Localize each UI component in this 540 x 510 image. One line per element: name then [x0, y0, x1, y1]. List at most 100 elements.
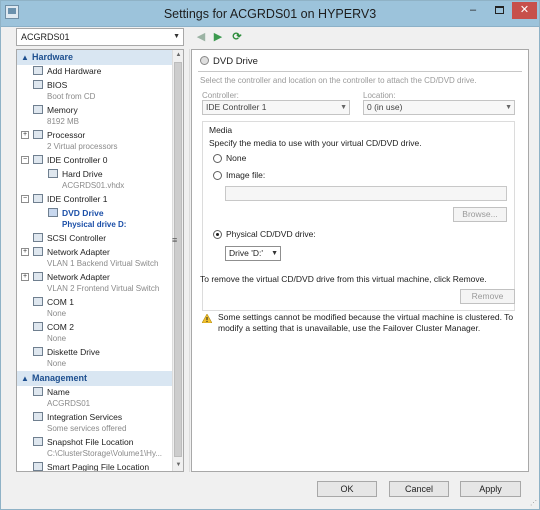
sidebar-item[interactable]: COM 2 None	[17, 321, 172, 344]
name-icon	[33, 387, 43, 396]
sidebar-item[interactable]: Snapshot File Location C:\ClusterStorage\…	[17, 436, 172, 459]
sidebar-item[interactable]: SCSI Controller	[17, 232, 172, 244]
media-description: Specify the media to use with your virtu…	[209, 138, 422, 148]
forward-arrow-icon[interactable]: ▶	[211, 30, 225, 44]
image-file-radio[interactable]	[213, 171, 222, 180]
sidebar-item-detail: 8192 MB	[47, 117, 80, 126]
cancel-button[interactable]: Cancel	[389, 481, 449, 497]
sidebar-item-label: Smart Paging File Location	[47, 462, 150, 471]
sidebar-item-detail: C:\ClusterStorage\Volume1\Hy...	[47, 449, 163, 458]
hard-drive-icon	[48, 169, 58, 178]
sidebar-item[interactable]: + Network Adapter VLAN 2 Frontend Virtual …	[17, 271, 172, 294]
physical-drive-radio[interactable]	[213, 230, 222, 239]
collapse-icon[interactable]: −	[21, 195, 29, 203]
sidebar-item[interactable]: COM 1 None	[17, 296, 172, 319]
sidebar-item-detail: 2 Virtual processors	[47, 142, 118, 151]
maximize-button[interactable]	[487, 2, 511, 19]
warning-icon	[202, 314, 212, 323]
chevron-down-icon: ▼	[173, 33, 180, 40]
splitter-grip-icon[interactable]: ≡	[172, 235, 177, 245]
sidebar-item[interactable]: Smart Paging File LocationC:\ClusterStor…	[17, 461, 172, 471]
sidebar-item-label: Diskette Drive	[47, 347, 100, 357]
remove-button[interactable]: Remove	[460, 289, 515, 304]
none-radio[interactable]	[213, 154, 222, 163]
remove-description: To remove the virtual CD/DVD drive from …	[200, 274, 487, 284]
panel-title: DVD Drive	[213, 56, 258, 67]
refresh-icon[interactable]: ⟳	[230, 30, 244, 44]
hardware-section-header[interactable]: ▲ Hardware	[17, 50, 172, 65]
sidebar-item-detail: VLAN 1 Backend Virtual Switch	[47, 259, 159, 268]
location-select-value: 0 (in use)	[367, 102, 403, 112]
collapse-icon[interactable]: −	[21, 156, 29, 164]
sidebar-item-detail: None	[47, 359, 67, 368]
sidebar-item-detail: Boot from CD	[47, 92, 96, 101]
sidebar-item[interactable]: BIOS Boot from CD	[17, 79, 172, 102]
collapse-arrow-icon[interactable]: ▲	[21, 50, 29, 65]
sidebar-item[interactable]: + Processor 2 Virtual processors	[17, 129, 172, 152]
sidebar-item[interactable]: DVD Drive Physical drive D:	[17, 207, 172, 230]
sidebar-item-detail: None	[47, 309, 67, 318]
controller-description: Select the controller and location on th…	[200, 76, 477, 85]
sidebar-item-label: COM 1	[47, 297, 74, 307]
chevron-down-icon: ▼	[505, 104, 512, 111]
sidebar-item-label: COM 2	[47, 322, 74, 332]
sidebar-item-detail: Physical drive D:	[62, 220, 127, 229]
sidebar-item[interactable]: Add Hardware	[17, 65, 172, 77]
bios-icon	[33, 80, 43, 89]
clustered-warning-text: Some settings cannot be modified because…	[218, 312, 514, 333]
minimize-button[interactable]: –	[461, 2, 485, 19]
physical-drive-select[interactable]: Drive 'D:' ▼	[225, 246, 281, 261]
none-radio-label[interactable]: None	[226, 153, 246, 163]
ok-button[interactable]: OK	[317, 481, 377, 497]
physical-drive-value: Drive 'D:'	[229, 248, 263, 258]
sidebar-item-label: SCSI Controller	[47, 233, 107, 243]
expand-icon[interactable]: +	[21, 273, 29, 281]
management-header-label: Management	[32, 373, 88, 383]
sidebar-item[interactable]: Integration Services Some services offere…	[17, 411, 172, 434]
settings-navigation: ▲ Hardware Add Hardware BIOS Boot from CD M…	[16, 49, 184, 472]
sidebar-item-label: Network Adapter	[47, 272, 110, 282]
back-arrow-icon[interactable]: ◀	[194, 30, 208, 44]
apply-button[interactable]: Apply	[460, 481, 521, 497]
sidebar-item[interactable]: Hard Drive ACGRDS01.vhdx	[17, 168, 172, 191]
image-file-radio-label[interactable]: Image file:	[226, 170, 265, 180]
sidebar-item-label: Memory	[47, 105, 78, 115]
image-file-path-input[interactable]	[225, 186, 507, 201]
ide-controller-icon	[33, 155, 43, 164]
browse-button[interactable]: Browse...	[453, 207, 507, 222]
resize-grip-icon[interactable]: ⋰	[530, 499, 537, 507]
physical-drive-radio-label[interactable]: Physical CD/DVD drive:	[226, 229, 316, 239]
management-section-header[interactable]: ▲ Management	[17, 371, 172, 386]
sidebar-item-label: BIOS	[47, 80, 68, 90]
navigation-scrollbar[interactable]: ▲ ▼	[172, 50, 183, 471]
sidebar-item-label: Add Hardware	[47, 66, 102, 76]
expand-icon[interactable]: +	[21, 131, 29, 139]
sidebar-item-label: IDE Controller 1	[47, 194, 108, 204]
scrollbar-thumb[interactable]	[174, 62, 182, 457]
panel-splitter[interactable]: ≡	[172, 49, 190, 472]
sidebar-item[interactable]: − IDE Controller 0	[17, 154, 172, 166]
vm-selector[interactable]: ACGRDS01 ▼	[16, 28, 184, 46]
hardware-header-label: Hardware	[32, 52, 74, 62]
scroll-down-icon[interactable]: ▼	[173, 460, 183, 471]
chevron-down-icon: ▼	[340, 104, 347, 111]
location-select[interactable]: 0 (in use) ▼	[363, 100, 515, 115]
sidebar-item[interactable]: Memory 8192 MB	[17, 104, 172, 127]
close-button[interactable]: ✕	[512, 2, 537, 19]
sidebar-item-label: Integration Services	[47, 412, 123, 422]
title-bar[interactable]: Settings for ACGRDS01 on HYPERV3 – ✕	[1, 1, 539, 27]
memory-icon	[33, 105, 43, 114]
sidebar-item[interactable]: Name ACGRDS01	[17, 386, 172, 409]
dvd-drive-icon	[48, 208, 58, 217]
sidebar-item[interactable]: Diskette Drive None	[17, 346, 172, 369]
sidebar-item-detail: ACGRDS01.vhdx	[62, 181, 125, 190]
expand-icon[interactable]: +	[21, 248, 29, 256]
sidebar-item[interactable]: + Network Adapter VLAN 1 Backend Virtual S…	[17, 246, 172, 269]
media-group-title: Media	[209, 125, 233, 135]
sidebar-item[interactable]: − IDE Controller 1	[17, 193, 172, 205]
controller-select[interactable]: IDE Controller 1 ▼	[202, 100, 350, 115]
scroll-up-icon[interactable]: ▲	[173, 50, 183, 61]
sidebar-item-label: IDE Controller 0	[47, 155, 108, 165]
network-adapter-icon	[33, 247, 43, 256]
collapse-arrow-icon[interactable]: ▲	[21, 371, 29, 386]
